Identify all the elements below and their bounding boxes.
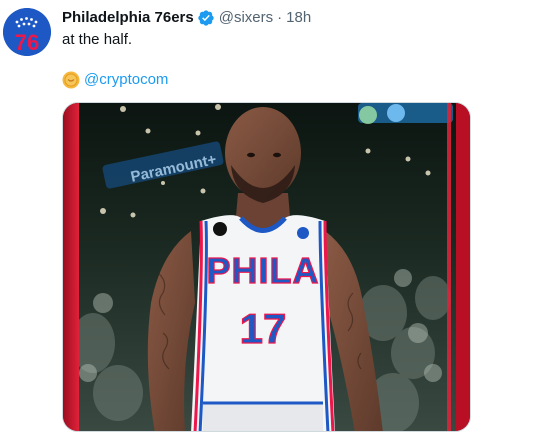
mention-row: @cryptocom	[62, 70, 168, 90]
tweet-media-photo[interactable]: Paramount+ PHILA 17	[62, 102, 471, 432]
jersey-number: 17	[240, 305, 287, 352]
crypto-coin-icon	[62, 71, 80, 89]
verified-badge-icon[interactable]	[197, 9, 215, 27]
mention-link[interactable]: @cryptocom	[84, 70, 168, 90]
tweet-timestamp[interactable]: 18h	[286, 8, 311, 28]
jersey-wordmark: PHILA	[207, 250, 320, 291]
svg-text:76: 76	[15, 30, 39, 55]
author-handle[interactable]: @sixers	[219, 8, 273, 28]
logo-seven: 76	[15, 30, 39, 55]
player-photo: Paramount+ PHILA 17	[63, 103, 470, 431]
separator-dot: ·	[277, 9, 283, 26]
author-avatar[interactable]: 76	[3, 8, 51, 56]
author-display-name[interactable]: Philadelphia 76ers	[62, 8, 194, 28]
sixers-logo-icon: 76	[3, 8, 51, 56]
tweet-header: Philadelphia 76ers @sixers · 18h	[62, 8, 311, 28]
tweet-text: at the half.	[62, 31, 133, 48]
